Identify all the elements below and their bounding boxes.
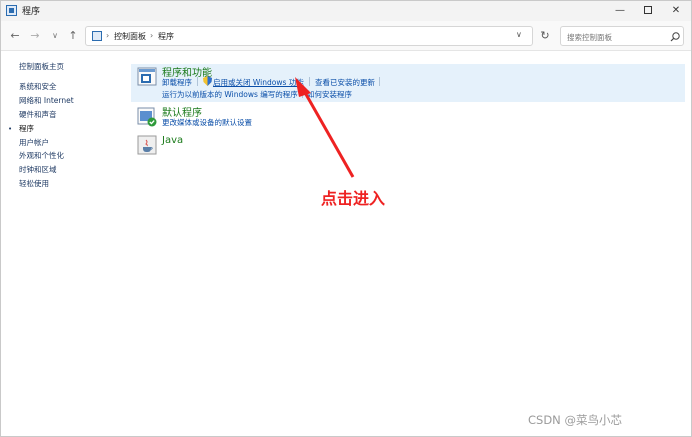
sidebar: 控制面板主页 系统和安全 网络和 Internet 硬件和声音 • 程序 用户帐… (1, 52, 121, 412)
sidebar-item-user-accounts[interactable]: 用户帐户 (19, 137, 49, 148)
sidebar-item-appearance[interactable]: 外观和个性化 (19, 150, 64, 161)
recent-locations-button[interactable]: ∨ (47, 28, 63, 44)
link-windows-features[interactable]: 启用或关闭 Windows 功能 (213, 77, 304, 88)
annotation-callout: 点击进入 (321, 189, 386, 208)
link-installed-updates[interactable]: 查看已安装的更新 (315, 77, 375, 88)
programs-features-icon[interactable] (137, 67, 157, 87)
link-how-to-install[interactable]: 如何安装程序 (307, 89, 352, 100)
maximize-icon (644, 6, 652, 14)
control-panel-icon (6, 5, 17, 16)
sidebar-item-programs: 程序 (19, 124, 34, 133)
search-input[interactable]: 搜索控制面板 (567, 32, 612, 43)
link-run-old-programs[interactable]: 运行为以前版本的 Windows 编写的程序 (162, 89, 298, 100)
breadcrumb-separator: › (150, 31, 154, 40)
breadcrumb-programs[interactable]: 程序 (158, 31, 174, 42)
title-bar: 程序 — ✕ (1, 1, 691, 21)
close-button[interactable]: ✕ (663, 1, 689, 21)
sidebar-item-ease-of-access[interactable]: 轻松使用 (19, 178, 49, 189)
control-panel-icon (92, 31, 102, 41)
link-divider (379, 77, 380, 86)
link-change-defaults[interactable]: 更改媒体或设备的默认设置 (162, 117, 252, 128)
link-divider (302, 89, 303, 98)
back-button[interactable]: ← (7, 28, 23, 44)
sidebar-item-home[interactable]: 控制面板主页 (19, 61, 64, 72)
window-title: 程序 (22, 7, 41, 17)
refresh-button[interactable]: ↻ (537, 28, 553, 44)
link-uninstall-program[interactable]: 卸载程序 (162, 77, 192, 88)
sidebar-item-hardware-sound[interactable]: 硬件和声音 (19, 109, 57, 120)
maximize-button[interactable] (635, 1, 661, 21)
navigation-bar: ← → ∨ ↑ › 控制面板 › 程序 ∨ ↻ 搜索控制面板 (1, 21, 691, 51)
search-box[interactable]: 搜索控制面板 (560, 26, 684, 46)
uac-shield-icon (203, 76, 212, 86)
control-panel-window: 程序 — ✕ ← → ∨ ↑ › 控制面板 › 程序 ∨ ↻ 搜索控制面板 控制… (0, 0, 692, 437)
default-programs-icon[interactable] (137, 107, 157, 127)
search-icon[interactable] (669, 31, 681, 43)
link-divider (197, 77, 198, 86)
current-item-bullet: • (8, 125, 13, 133)
sidebar-item-system-security[interactable]: 系统和安全 (19, 81, 57, 92)
chevron-down-icon[interactable]: ∨ (516, 30, 522, 39)
breadcrumb-control-panel[interactable]: 控制面板 (114, 31, 146, 42)
address-bar[interactable]: › 控制面板 › 程序 ∨ (85, 26, 533, 46)
minimize-button[interactable]: — (607, 1, 633, 21)
link-divider (309, 77, 310, 86)
category-title-java[interactable]: Java (162, 135, 183, 146)
up-button[interactable]: ↑ (65, 28, 81, 44)
java-icon[interactable] (137, 135, 157, 155)
sidebar-item-network[interactable]: 网络和 Internet (19, 95, 74, 106)
forward-button[interactable]: → (27, 28, 43, 44)
breadcrumb-separator: › (106, 31, 110, 40)
sidebar-item-clock-region[interactable]: 时钟和区域 (19, 164, 57, 175)
watermark: CSDN @菜鸟小芯 (528, 413, 622, 427)
